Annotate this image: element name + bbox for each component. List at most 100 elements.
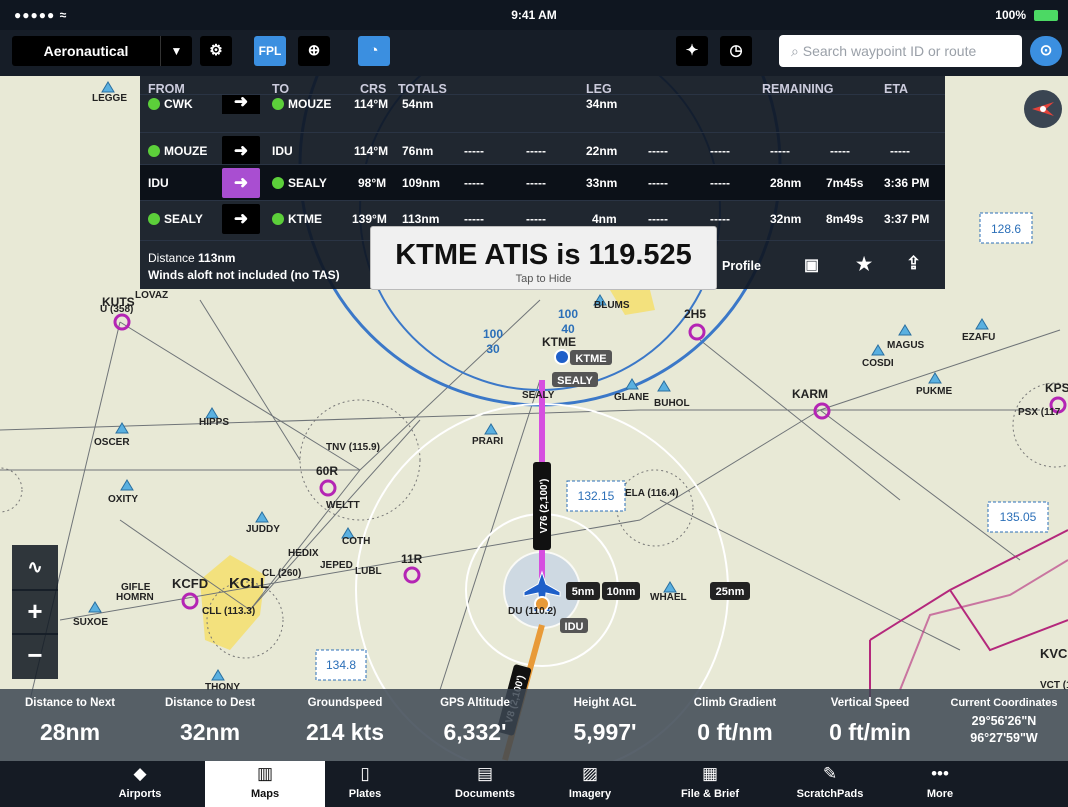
map-layer-select[interactable]: Aeronautical ▼ bbox=[12, 36, 192, 66]
svg-text:LEGGE: LEGGE bbox=[92, 93, 127, 104]
svg-text:ELA (116.4): ELA (116.4) bbox=[625, 488, 679, 499]
svg-text:11R: 11R bbox=[401, 552, 423, 566]
svg-text:JUDDY: JUDDY bbox=[246, 524, 280, 535]
airports-icon: ◆ bbox=[133, 764, 147, 783]
svg-text:COSDI: COSDI bbox=[862, 358, 894, 369]
svg-text:HEDIX: HEDIX bbox=[288, 548, 319, 559]
instrument-groundspeed[interactable]: Groundspeed 214 kts bbox=[280, 689, 410, 761]
clock: 9:41 AM bbox=[511, 8, 557, 22]
route-edit-button[interactable]: ∿ bbox=[12, 545, 58, 591]
star-icon[interactable]: ★ bbox=[856, 254, 872, 275]
svg-text:134.8: 134.8 bbox=[326, 658, 356, 672]
svg-text:30: 30 bbox=[486, 342, 500, 356]
svg-text:100: 100 bbox=[558, 307, 578, 321]
compass-button[interactable] bbox=[1024, 90, 1062, 128]
svg-text:SUXOE: SUXOE bbox=[73, 617, 108, 628]
airway-label-text: V76 (2,100') bbox=[539, 479, 550, 534]
instrument-bar[interactable]: Distance to Next 28nm Distance to Dest 32n… bbox=[0, 689, 1068, 761]
svg-text:LUBL: LUBL bbox=[355, 566, 382, 577]
svg-text:COTH: COTH bbox=[342, 536, 370, 547]
range-label-10nm: 10nm bbox=[607, 586, 636, 598]
zoom-out-button[interactable]: − bbox=[12, 633, 58, 679]
range-label-25nm: 25nm bbox=[716, 586, 745, 598]
tab-plates[interactable]: ▯ Plates bbox=[305, 761, 425, 807]
range-label-5nm: 5nm bbox=[572, 586, 595, 598]
search-input[interactable]: ⌕ Search waypoint ID or route bbox=[779, 35, 1022, 67]
svg-text:WELTT: WELTT bbox=[326, 500, 360, 511]
svg-text:PSX (117: PSX (117 bbox=[1018, 407, 1061, 418]
status-bar: ●●●●● ≈ 9:41 AM 100% bbox=[0, 0, 1068, 30]
instrument-coordinates[interactable]: Current Coordinates 29°56'26"N 96°27'59"W bbox=[940, 689, 1068, 761]
winds-note: Winds aloft not included (no TAS) bbox=[148, 268, 340, 282]
map-layer-label: Aeronautical bbox=[43, 43, 129, 59]
svg-text:DU (110.2): DU (110.2) bbox=[508, 606, 556, 617]
flight-plan-row[interactable]: MOUZE ➜ IDU 114°M 76nm ----- ----- 22nm … bbox=[140, 132, 945, 168]
tab-documents[interactable]: ▤ Documents bbox=[425, 761, 545, 807]
instrument-distance-dest[interactable]: Distance to Dest 32nm bbox=[140, 689, 280, 761]
documents-icon: ▤ bbox=[476, 764, 494, 783]
sealy-chip: SEALY bbox=[557, 375, 593, 387]
arrow-right-icon: ➜ bbox=[222, 136, 260, 166]
svg-text:KARM: KARM bbox=[792, 387, 828, 401]
distance-summary: Distance 113nm bbox=[148, 251, 236, 265]
clock-icon: ◷ bbox=[729, 42, 743, 59]
arrow-right-icon: ➜ bbox=[222, 204, 260, 234]
arrow-right-icon: ➜ bbox=[222, 168, 260, 198]
instrument-vertical-speed[interactable]: Vertical Speed 0 ft/min bbox=[800, 689, 940, 761]
instruments-button[interactable]: ◔ bbox=[358, 36, 390, 66]
fpl-button[interactable]: FPL bbox=[254, 36, 286, 66]
share-icon[interactable]: ⇪ bbox=[906, 253, 921, 274]
arrow-right-icon: ➜ bbox=[222, 95, 260, 114]
briefcase-icon[interactable]: ▣ bbox=[804, 255, 819, 275]
atis-popup[interactable]: KTME ATIS is 119.525 Tap to Hide bbox=[370, 226, 717, 290]
nearest-button[interactable]: ✦ bbox=[676, 36, 708, 66]
svg-text:PRARI: PRARI bbox=[472, 436, 503, 447]
ktme-chip: KTME bbox=[575, 353, 606, 365]
svg-text:128.6: 128.6 bbox=[991, 222, 1021, 236]
globe-button[interactable]: ⊕ bbox=[298, 36, 330, 66]
zoom-in-button[interactable]: + bbox=[12, 589, 58, 635]
svg-text:KCFD: KCFD bbox=[172, 576, 208, 591]
locate-button[interactable]: ⊙ bbox=[1030, 36, 1062, 66]
compass-icon bbox=[1032, 102, 1054, 116]
gear-icon: ⚙ bbox=[209, 42, 223, 59]
imagery-icon: ▨ bbox=[581, 764, 599, 783]
idu-chip: IDU bbox=[565, 621, 584, 633]
battery-icon bbox=[1034, 10, 1058, 21]
ktme-marker[interactable] bbox=[554, 349, 570, 365]
tab-scratchpads[interactable]: ✎ ScratchPads bbox=[770, 761, 890, 807]
svg-text:KPS: KPS bbox=[1045, 381, 1068, 395]
flight-plan-row-active[interactable]: IDU ➜ SEALY 98°M 109nm ----- ----- 33nm … bbox=[140, 164, 945, 200]
svg-text:40: 40 bbox=[561, 322, 575, 336]
instrument-climb-gradient[interactable]: Climb Gradient 0 ft/nm bbox=[670, 689, 800, 761]
svg-text:SEALY: SEALY bbox=[522, 390, 555, 401]
gauge-icon: ◔ bbox=[369, 42, 379, 59]
route-icon: ∿ bbox=[27, 557, 43, 577]
svg-text:WHAEL: WHAEL bbox=[650, 592, 687, 603]
tab-airports[interactable]: ◆ Airports bbox=[80, 761, 200, 807]
map-toolbar: Aeronautical ▼ ⚙ FPL ⊕ ◔ ✦ ◷ ⌕ Search wa… bbox=[0, 30, 1068, 76]
tab-more[interactable]: ••• More bbox=[880, 761, 1000, 807]
instrument-height-agl[interactable]: Height AGL 5,997' bbox=[540, 689, 670, 761]
tab-file-brief[interactable]: ▦ File & Brief bbox=[650, 761, 770, 807]
history-button[interactable]: ◷ bbox=[720, 36, 752, 66]
atis-hint: Tap to Hide bbox=[515, 273, 572, 285]
svg-text:KVC: KVC bbox=[1040, 646, 1068, 661]
svg-text:132.15: 132.15 bbox=[578, 489, 615, 503]
tab-imagery[interactable]: ▨ Imagery bbox=[530, 761, 650, 807]
crosshair-icon: ⊙ bbox=[1039, 42, 1053, 59]
svg-text:OSCER: OSCER bbox=[94, 437, 130, 448]
plus-icon: + bbox=[27, 596, 43, 626]
svg-text:KTME: KTME bbox=[542, 335, 576, 349]
globe-icon: ⊕ bbox=[307, 42, 321, 59]
svg-text:135.05: 135.05 bbox=[1000, 510, 1037, 524]
svg-text:60R: 60R bbox=[316, 464, 338, 478]
instrument-gps-altitude[interactable]: GPS Altitude 6,332' bbox=[410, 689, 540, 761]
svg-text:CL (260): CL (260) bbox=[262, 568, 301, 579]
profile-button[interactable]: Profile bbox=[722, 259, 761, 273]
instrument-distance-next[interactable]: Distance to Next 28nm bbox=[0, 689, 140, 761]
flight-plan-row[interactable]: CWK ➜ MOUZE 114°M 54nm 34nm bbox=[140, 94, 945, 114]
settings-button[interactable]: ⚙ bbox=[200, 36, 232, 66]
svg-text:2H5: 2H5 bbox=[684, 307, 706, 321]
svg-text:EZAFU: EZAFU bbox=[962, 332, 995, 343]
